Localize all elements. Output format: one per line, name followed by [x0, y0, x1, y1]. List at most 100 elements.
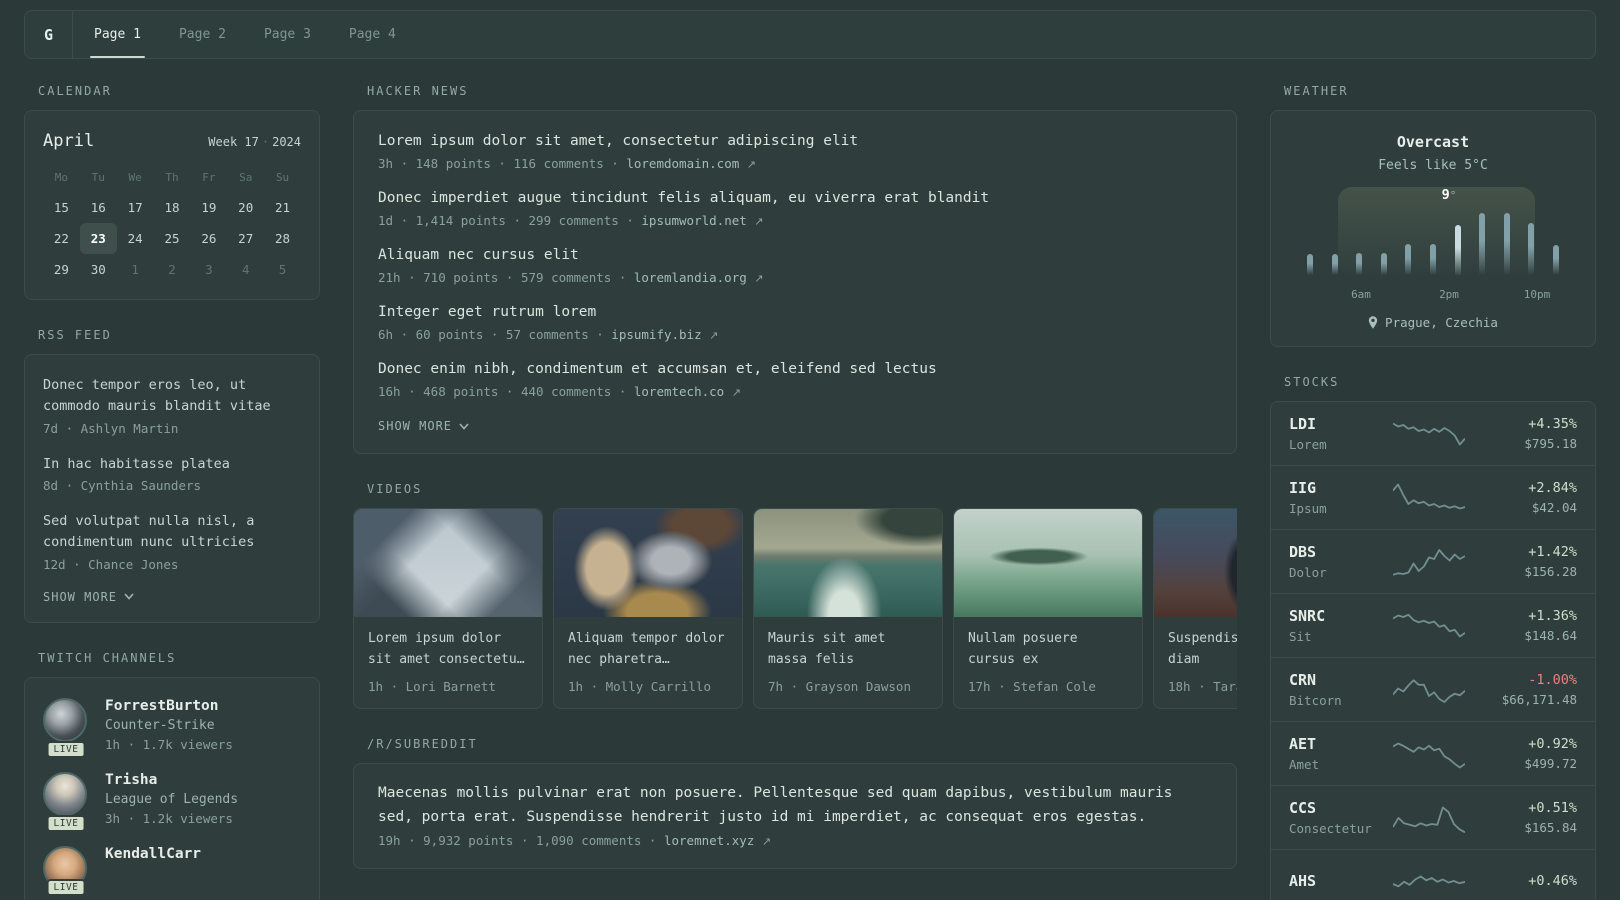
tab-page-2[interactable]: Page 2: [167, 11, 238, 58]
stock-row[interactable]: IIG Ipsum +2.84% $42.04: [1271, 465, 1595, 529]
weather-widget: Overcast Feels like 5°C 9° 6am 2pm 10pm Pra…: [1270, 110, 1596, 347]
twitch-channel-info: KendallCarr: [105, 846, 201, 890]
twitch-avatar-wrap: LIVE: [43, 697, 89, 758]
weather-bar: [1503, 213, 1510, 275]
twitch-channel-row[interactable]: LIVE ForrestBurton Counter-Strike 1h · 1.7k…: [43, 697, 301, 758]
tab-page-3[interactable]: Page 3: [252, 11, 323, 58]
stock-row[interactable]: CRN Bitcorn -1.00% $66,171.48: [1271, 657, 1595, 721]
stock-row[interactable]: CCS Consectetur +0.51% $165.84: [1271, 785, 1595, 849]
calendar-week-label: Week 17 · 2024: [208, 135, 301, 149]
twitch-channel-row[interactable]: LIVE KendallCarr: [43, 845, 301, 896]
weather-hourly-chart: 9° 6am 2pm 10pm: [1305, 187, 1561, 301]
stock-change: +0.51%: [1528, 800, 1577, 816]
stock-symbol: AET: [1289, 735, 1317, 753]
video-title[interactable]: Nullam posuere cursus ex: [954, 617, 1142, 671]
stock-price: $165.84: [1524, 820, 1577, 835]
post-meta: 3h · 148 points · 116 comments · loremdo…: [378, 156, 1212, 171]
weather-location: Prague, Czechia: [1293, 315, 1573, 330]
stock-symbol: SNRC: [1289, 607, 1326, 625]
stock-row[interactable]: LDI Lorem +4.35% $795.18: [1271, 402, 1595, 465]
hn-show-more-button[interactable]: SHOW MORE: [378, 419, 1212, 433]
rss-section-title: RSS FEED: [38, 328, 112, 342]
rss-item: Donec tempor eros leo, ut commodo mauris…: [43, 375, 301, 436]
avatar: [43, 697, 87, 742]
subreddit-section: /R/SUBREDDIT Maecenas mollis pulvinar er…: [353, 737, 1237, 870]
hn-item-title[interactable]: Integer eget rutrum lorem: [378, 302, 1212, 323]
stock-row[interactable]: AHS +0.46%: [1271, 849, 1595, 900]
post-meta: 1d · 1,414 points · 299 comments · ipsum…: [378, 213, 1212, 228]
hn-item-title[interactable]: Lorem ipsum dolor sit amet, consectetur …: [378, 131, 1212, 152]
stock-sparkline: [1385, 544, 1473, 580]
video-thumbnail: [954, 509, 1142, 618]
sparkline-chart: [1393, 483, 1465, 509]
rss-item-title[interactable]: Donec tempor eros leo, ut commodo mauris…: [43, 375, 301, 418]
stock-price: $156.28: [1524, 564, 1577, 579]
video-title[interactable]: Aliquam tempor dolor nec pharetra…: [554, 617, 742, 671]
calendar-section: CALENDAR April Week 17 · 2024 Mo Tu We Th Fr Sa…: [24, 84, 320, 300]
twitch-channel-row[interactable]: LIVE Trisha League of Legends 3h · 1.2k vie…: [43, 771, 301, 832]
sparkline-chart: [1393, 742, 1465, 768]
hn-item-title[interactable]: Donec enim nibh, condimentum et accumsan…: [378, 359, 1212, 380]
post-domain-link[interactable]: loremtech.co: [634, 384, 732, 399]
stocks-widget: LDI Lorem +4.35% $795.18 IIG Ipsum +2.84% $42.0…: [1270, 401, 1596, 900]
calendar-day: 3: [205, 262, 213, 277]
calendar-day: 28: [275, 231, 291, 246]
video-card[interactable]: Aliquam tempor dolor nec pharetra… 1h · M…: [553, 508, 743, 710]
hn-item-title[interactable]: Donec imperdiet augue tincidunt felis al…: [378, 188, 1212, 209]
weather-bar: [1479, 213, 1486, 275]
stock-identity: CCS Consectetur: [1289, 799, 1385, 836]
stock-identity: SNRC Sit: [1289, 607, 1385, 644]
hn-item: Integer eget rutrum lorem 6h · 60 points …: [378, 302, 1212, 342]
show-more-label: SHOW MORE: [43, 589, 118, 604]
video-card[interactable]: Mauris sit amet massa felis 7h · Grayson …: [753, 508, 943, 710]
stock-change: +1.42%: [1528, 544, 1577, 560]
hn-item-title[interactable]: Aliquam nec cursus elit: [378, 245, 1212, 266]
degree-symbol: °: [1449, 189, 1457, 202]
video-card[interactable]: Nullam posuere cursus ex 17h · Stefan Col…: [953, 508, 1143, 710]
twitch-channel-name[interactable]: ForrestBurton: [105, 698, 233, 714]
dashboard-page: G Page 1 Page 2 Page 3 Page 4 CALENDAR Apri…: [0, 0, 1620, 900]
sparkline-chart: [1393, 613, 1465, 637]
hn-item: Aliquam nec cursus elit 21h · 710 points …: [378, 245, 1212, 285]
sparkline-chart: [1393, 875, 1465, 888]
stock-identity: DBS Dolor: [1289, 543, 1385, 580]
calendar-month: April: [43, 131, 95, 151]
video-card[interactable]: Lorem ipsum dolor sit amet consectetu… 1h…: [353, 508, 543, 710]
video-title[interactable]: Suspendisse diam: [1154, 617, 1237, 671]
calendar-day: 26: [201, 231, 217, 246]
stock-row[interactable]: SNRC Sit +1.36% $148.64: [1271, 593, 1595, 657]
calendar-day: 19: [201, 200, 217, 215]
post-domain-link[interactable]: loremlandia.org: [634, 270, 754, 285]
stock-values: +2.84% $42.04: [1473, 480, 1577, 515]
video-title[interactable]: Lorem ipsum dolor sit amet consectetu…: [354, 617, 542, 671]
post-domain-link[interactable]: loremdomain.com: [626, 156, 746, 171]
external-link-icon: ↗: [761, 835, 772, 849]
hacker-news-section-title: HACKER NEWS: [367, 84, 469, 98]
video-thumbnail: [1154, 509, 1237, 618]
stock-values: +0.92% $499.72: [1473, 736, 1577, 771]
rss-item-meta: 7d · Ashlyn Martin: [43, 420, 179, 436]
rss-item-title[interactable]: In hac habitasse platea: [43, 454, 301, 475]
post-domain-link[interactable]: ipsumify.biz: [611, 327, 709, 342]
tab-page-1[interactable]: Page 1: [82, 11, 153, 58]
rss-item-title[interactable]: Sed volutpat nulla nisl, a condimentum n…: [43, 511, 301, 554]
calendar-weekday: Sa: [239, 171, 253, 184]
stock-identity: AET Amet: [1289, 735, 1385, 772]
stock-row[interactable]: AET Amet +0.92% $499.72: [1271, 721, 1595, 785]
tab-page-4[interactable]: Page 4: [337, 11, 408, 58]
subreddit-post-title[interactable]: Maecenas mollis pulvinar erat non posuer…: [378, 782, 1212, 829]
video-card[interactable]: Suspendisse diam 18h · Tara: [1153, 508, 1237, 710]
time-axis-label: 2pm: [1439, 288, 1459, 301]
post-domain-link[interactable]: loremnet.xyz: [664, 833, 762, 848]
twitch-channel-name[interactable]: Trisha: [105, 772, 238, 788]
rss-show-more-button[interactable]: SHOW MORE: [43, 590, 301, 604]
twitch-channel-name[interactable]: KendallCarr: [105, 846, 201, 862]
twitch-avatar-wrap: LIVE: [43, 845, 89, 896]
stock-symbol: AHS: [1289, 872, 1317, 890]
video-title[interactable]: Mauris sit amet massa felis: [754, 617, 942, 671]
post-domain-link[interactable]: ipsumworld.net: [641, 213, 754, 228]
stock-company-name: Amet: [1289, 757, 1320, 772]
stock-company-name: Consectetur: [1289, 821, 1372, 836]
twitch-channel-game: League of Legends: [105, 791, 239, 807]
stock-row[interactable]: DBS Dolor +1.42% $156.28: [1271, 529, 1595, 593]
